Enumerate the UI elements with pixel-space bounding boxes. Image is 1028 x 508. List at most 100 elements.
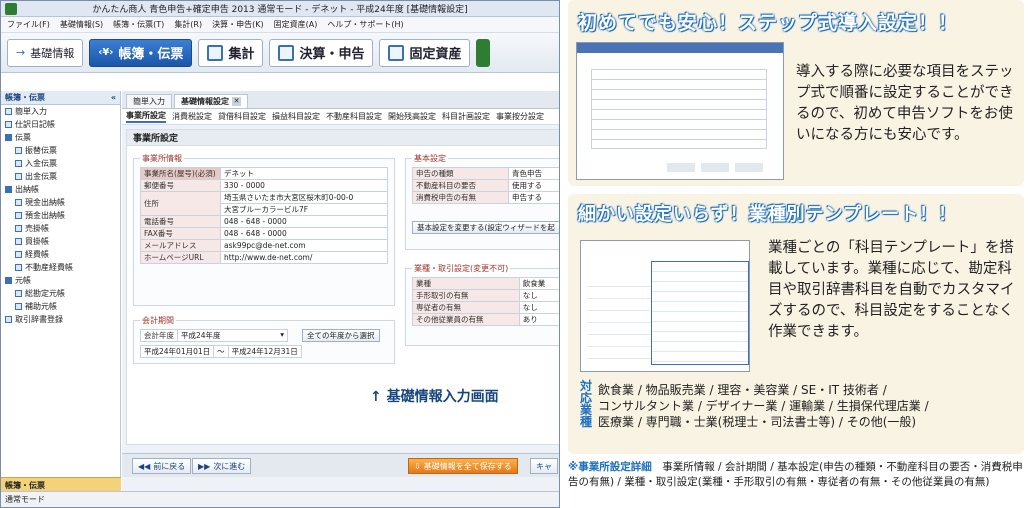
settings-detail-note: ※事業所設定詳細 事業所情報 / 会計期間 / 基本設定(申告の種類・不動産科目… xyxy=(568,460,1028,490)
menu-books[interactable]: 帳簿・伝票(T) xyxy=(113,19,164,30)
menu-assets[interactable]: 固定資産(A) xyxy=(274,19,318,30)
document-icon xyxy=(15,303,22,310)
sidebar-group-vouchers[interactable]: 伝票 xyxy=(1,131,120,144)
sidebar-item-label: 簡単入力 xyxy=(15,107,47,116)
menu-help[interactable]: ヘルプ・サポート(H) xyxy=(327,19,403,30)
page-title: 事業所設定 xyxy=(127,130,559,146)
menu-basic[interactable]: 基礎情報(S) xyxy=(60,19,103,30)
zip-field[interactable]: 330 - 0000 xyxy=(220,179,388,192)
sidebar-title: 帳簿・伝票 xyxy=(5,93,45,102)
all-years-button[interactable]: 全ての年度から選択 xyxy=(302,329,380,342)
sidebar-item-label: 補助元帳 xyxy=(25,302,57,311)
prev-button[interactable]: ◀◀ 前に戻る xyxy=(132,458,192,474)
sidebar-item-label: 出金伝票 xyxy=(25,172,57,181)
sidebar-item-label: 振替伝票 xyxy=(25,146,57,155)
field-label: その他従業員の有無 xyxy=(412,313,520,326)
sidebar-item-receivables[interactable]: 売掛帳 xyxy=(1,222,120,235)
sidebar-item-general-ledger[interactable]: 総勘定元帳 xyxy=(1,287,120,300)
sidebar: 帳簿・伝票 « 簡単入力 仕訳日記帳 伝票 振替伝票 入金伝票 出金伝票 出納帳 … xyxy=(1,91,121,493)
close-icon[interactable]: ✕ xyxy=(232,97,241,106)
entry-icon xyxy=(5,108,12,115)
url-field[interactable]: http://www.de-net.com/ xyxy=(220,251,388,264)
next-button[interactable]: ▶▶ 次に進む xyxy=(192,458,252,474)
tab-basic-settings[interactable]: 基礎情報設定 ✕ xyxy=(174,94,248,108)
filing-type-value: 青色申告 xyxy=(507,167,559,180)
sidebar-item-journal[interactable]: 仕訳日記帳 xyxy=(1,118,120,131)
window-title: かんたん商人 青色申告+確定申告 2013 通常モード - デネット - 平成2… xyxy=(92,5,468,15)
field-label: ホームページURL xyxy=(140,251,221,264)
office-info-section: 事業所情報 事業所名(屋号)(必須) デネット 郵便番号 330 - 0000 住所… xyxy=(133,153,395,306)
subtab-bs-accounts[interactable]: 貸借科目設定 xyxy=(218,111,266,122)
sidebar-item-realestate-expenses[interactable]: 不動産経費帳 xyxy=(1,261,120,274)
fax-field[interactable]: 048 - 648 - 0000 xyxy=(220,227,388,240)
save-label: 基礎情報を全て保存する xyxy=(423,461,512,471)
sidebar-item-transfer-voucher[interactable]: 振替伝票 xyxy=(1,144,120,157)
document-icon xyxy=(15,290,22,297)
fiscal-year-select[interactable]: 平成24年度 ▾ xyxy=(177,329,288,342)
industries-line-3: 医療業 / 専門職・士業(税理士・司法書士等) / その他(一般) xyxy=(598,415,917,429)
collapse-icon[interactable]: « xyxy=(111,93,116,102)
address2-field[interactable]: 大宮ブルーカラービル7F xyxy=(220,203,388,216)
bills-value: なし xyxy=(518,289,559,302)
employees-value: あり xyxy=(518,313,559,326)
sidebar-item-expenses[interactable]: 経費帳 xyxy=(1,248,120,261)
folder-icon xyxy=(5,186,12,193)
subtab-realestate-accounts[interactable]: 不動産科目設定 xyxy=(326,111,382,122)
nav-basic-button[interactable]: → 基礎情報 xyxy=(7,38,84,67)
sidebar-item-receipt-voucher[interactable]: 入金伝票 xyxy=(1,157,120,170)
sidebar-item-cash-book[interactable]: 現金出納帳 xyxy=(1,196,120,209)
title-bar: かんたん商人 青色申告+確定申告 2013 通常モード - デネット - 平成2… xyxy=(1,1,559,17)
change-basic-settings-button[interactable]: 基本設定を変更する(設定ウィザードを起 xyxy=(412,221,559,234)
field-label: 事業所名(屋号)(必須) xyxy=(140,167,221,180)
document-icon xyxy=(15,173,22,180)
office-info-table: 事業所名(屋号)(必須) デネット 郵便番号 330 - 0000 住所 埼玉県さいた… xyxy=(140,167,388,264)
nav-basic-label: 基礎情報 xyxy=(30,46,75,60)
sidebar-item-payment-voucher[interactable]: 出金伝票 xyxy=(1,170,120,183)
period-separator: 〜 xyxy=(213,345,229,358)
sidebar-group-ledger[interactable]: 元帳 xyxy=(1,274,120,287)
cancel-button[interactable]: キャ xyxy=(530,458,558,474)
subtab-office[interactable]: 事業所設定 xyxy=(126,110,166,123)
nav-assets-button[interactable]: 固定資産 xyxy=(379,38,471,67)
save-all-button[interactable]: ⇩ 基礎情報を全て保存する xyxy=(408,458,518,474)
sidebar-group-cashbooks[interactable]: 出納帳 xyxy=(1,183,120,196)
office-name-field[interactable]: デネット xyxy=(220,167,388,180)
sidebar-item-dictionary[interactable]: 取引辞書登録 xyxy=(1,313,120,326)
tel-field[interactable]: 048 - 648 - 0000 xyxy=(220,215,388,228)
tab-simple-input[interactable]: 簡単入力 xyxy=(126,94,172,108)
section-title: 会計期間 xyxy=(140,315,176,326)
subtab-tax[interactable]: 消費税設定 xyxy=(172,111,212,122)
nav-settle-button[interactable]: 決算・申告 xyxy=(269,38,374,67)
document-icon xyxy=(15,199,22,206)
nav-books-label: 帳簿・伝票 xyxy=(118,47,184,62)
sidebar-item-payables[interactable]: 買掛帳 xyxy=(1,235,120,248)
sidebar-item-label: 仕訳日記帳 xyxy=(15,120,55,129)
sidebar-item-sub-ledger[interactable]: 補助元帳 xyxy=(1,300,120,313)
menu-summary[interactable]: 集計(R) xyxy=(174,19,202,30)
menu-file[interactable]: ファイル(F) xyxy=(7,19,50,30)
subtab-opening-balance[interactable]: 開始残高設定 xyxy=(388,111,436,122)
sub-tab-bar: 事業所設定 消費税設定 貸借科目設定 損益科目設定 不動産科目設定 開始残高設定… xyxy=(122,109,559,125)
nav-summary-button[interactable]: 集計 xyxy=(198,38,264,67)
template-heading: 細かい設定いらず！業種別テンプレート！！ xyxy=(578,204,958,225)
menu-settle[interactable]: 決算・申告(K) xyxy=(212,19,264,30)
address1-field[interactable]: 埼玉県さいたま市大宮区桜木町0-00-0 xyxy=(220,191,388,204)
step-setup-text: 導入する際に必要な項目をステップ式で順番に設定することができるので、初めて申告ソ… xyxy=(796,64,1014,143)
prev-label: 前に戻る xyxy=(153,461,186,471)
sidebar-item-deposit-book[interactable]: 預金出納帳 xyxy=(1,209,120,222)
sidebar-item-label: 不動産経費帳 xyxy=(25,263,73,272)
sidebar-item-simple-input[interactable]: 簡単入力 xyxy=(1,105,120,118)
nav-books-button[interactable]: ‹¥› 帳簿・伝票 xyxy=(89,38,193,67)
subtab-account-plan[interactable]: 科目計画設定 xyxy=(442,111,490,122)
dictionary-icon xyxy=(5,316,12,323)
field-label: 住所 xyxy=(140,191,221,216)
period-section: 会計期間 会計年度 平成24年度 ▾ 全ての年度から選択 平成24年01月01日〜平… xyxy=(133,315,395,364)
field-label: FAX番号 xyxy=(140,227,221,240)
section-title: 業種・取引設定(変更不可) xyxy=(412,263,511,274)
subtab-pl-accounts[interactable]: 損益科目設定 xyxy=(272,111,320,122)
nav-extra-button[interactable] xyxy=(476,38,491,67)
sidebar-item-label: 預金出納帳 xyxy=(25,211,65,220)
document-icon xyxy=(15,147,22,154)
email-field[interactable]: ask99pc@de-net.com xyxy=(220,239,388,252)
subtab-allocation[interactable]: 事業按分設定 xyxy=(496,111,544,122)
